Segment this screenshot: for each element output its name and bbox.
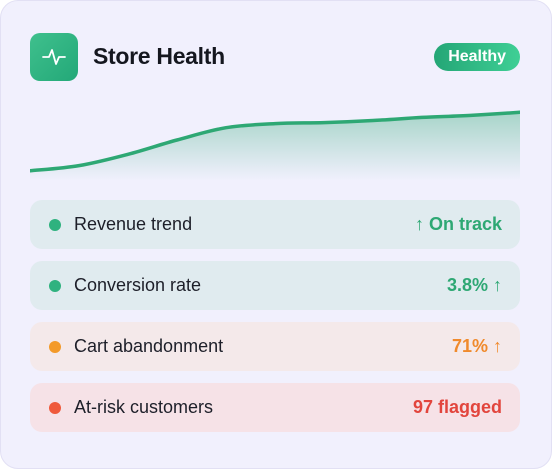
card-header: Store Health Healthy xyxy=(30,33,520,81)
metric-row-cart-abandonment[interactable]: Cart abandonment 71% ↑ xyxy=(30,322,520,371)
metric-row-conversion-rate[interactable]: Conversion rate 3.8% ↑ xyxy=(30,261,520,310)
card-title: Store Health xyxy=(93,43,225,69)
status-dot xyxy=(49,341,61,353)
metrics-list: Revenue trend ↑ On track Conversion rate… xyxy=(30,200,520,444)
status-dot xyxy=(49,280,61,292)
activity-pulse-icon xyxy=(30,33,78,81)
status-dot xyxy=(49,219,61,231)
status-badge: Healthy xyxy=(434,43,520,71)
store-health-card: Store Health Healthy Revenue trend ↑ On … xyxy=(0,0,552,469)
metric-value: 3.8% ↑ xyxy=(446,275,502,295)
health-sparkline-chart xyxy=(30,110,520,181)
metric-value: ↑ On track xyxy=(414,214,502,234)
metric-label: Cart abandonment xyxy=(74,336,224,356)
status-dot xyxy=(49,402,61,414)
metric-value: 71% ↑ xyxy=(451,336,502,356)
metric-value: 97 flagged xyxy=(412,397,502,417)
metric-label: Conversion rate xyxy=(74,275,202,295)
metric-row-at-risk-customers[interactable]: At-risk customers 97 flagged xyxy=(30,383,520,432)
metric-row-revenue-trend[interactable]: Revenue trend ↑ On track xyxy=(30,200,520,249)
metric-label: Revenue trend xyxy=(74,214,193,234)
metric-label: At-risk customers xyxy=(74,397,214,417)
